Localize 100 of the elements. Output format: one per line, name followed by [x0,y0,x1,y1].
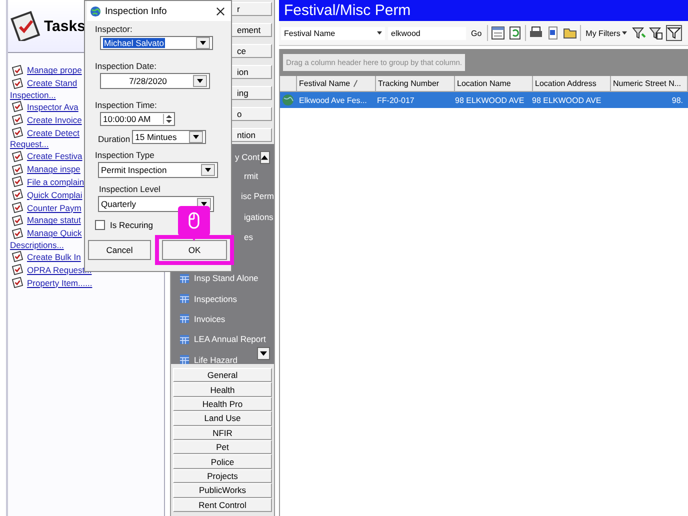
task-link[interactable]: Create Stand [27,78,78,88]
task-link[interactable]: Manage Quick [27,228,82,238]
caret-down-icon [260,351,267,356]
checklist-icon [12,202,23,214]
checklist-icon [12,114,23,126]
filters-dropdown[interactable]: My Filters [584,28,630,38]
checklist-icon [12,228,23,239]
nav-button[interactable]: Projects [173,468,272,484]
nav-button[interactable]: Pet [173,440,272,454]
field-label: Inspection Date: [95,61,158,71]
task-link[interactable]: OPRA Request... [27,264,92,275]
time-field[interactable]: 10:00:00 AM [100,112,175,126]
checklist-icon [12,189,23,200]
checklist-icon [12,150,23,162]
type-dropdown[interactable]: Permit Inspection [98,162,218,178]
list-item[interactable]: isc Perm [240,191,274,202]
task-link[interactable]: Create Festiva [27,151,82,162]
inspector-dropdown[interactable]: Michael Salvato [100,36,213,50]
field-label: Duration [98,134,130,144]
table-cell-text: Elkwood Ave Fes... [298,96,368,104]
nav-button[interactable]: PublicWorks [173,483,272,498]
folder-icon[interactable] [562,26,577,40]
checklist-icon [12,127,23,138]
task-link[interactable]: Create Detect [27,128,80,138]
task-link[interactable]: Counter Paym [27,202,82,213]
list-item[interactable]: Inspections [194,294,237,304]
caret-down-icon [622,31,628,35]
caret-up-icon [261,154,268,160]
list-item[interactable]: LEA Annual Report [194,334,266,344]
nav-button[interactable]: General [173,368,272,382]
scroll-down-button[interactable] [257,347,270,360]
checklist-icon [12,214,23,226]
table-cell-text: 98 ELKWOOD AVE [454,96,526,104]
field-label: Inspection Level [99,184,162,194]
level-dropdown[interactable]: Quarterly [98,196,214,212]
ok-button[interactable]: OK [162,240,227,260]
task-link[interactable]: Manage prope [27,65,82,76]
close-icon [216,6,225,16]
field-label: Inspection Type [95,150,156,160]
table-cell-text: FF-20-017 [376,96,416,104]
field-dropdown[interactable]: Festival Name [281,26,385,40]
field-label: Inspection Time: [95,100,158,110]
list-item[interactable]: Invoices [194,314,226,324]
nav-button[interactable]: Health [173,382,272,397]
globe-icon [90,6,101,16]
dialog-title: Inspection Info [105,6,168,16]
document-icon[interactable] [546,26,560,40]
checklist-icon [12,277,23,288]
date-picker[interactable]: 7/28/2020 [100,73,210,89]
nav-button[interactable]: Rent Control [173,498,272,512]
nav-button[interactable]: Land Use [173,411,272,426]
table-row[interactable]: Elkwood Ave Fes... FF-20-017 98 ELKWOOD AVE 98 ELKWOOD AVE 98. [280,92,688,108]
search-field[interactable]: elkwood [388,26,466,40]
duration-dropdown[interactable]: 15 Mintues [132,130,206,144]
scroll-up-button[interactable] [260,150,270,164]
checklist-icon [12,101,23,112]
nav-button[interactable]: Police [173,454,272,469]
list-item[interactable]: Insp Stand Alone [194,273,258,284]
task-link[interactable]: Manage statut [27,215,81,226]
cancel-button[interactable]: Cancel [88,240,151,260]
checklist-icon [12,164,23,175]
caret-down-icon [193,135,200,139]
checklist-icon [12,64,23,76]
print-icon[interactable] [528,26,543,40]
task-link[interactable]: Quick Complai [27,190,82,200]
checklist-icon [12,264,23,276]
calendar-icon[interactable] [490,26,505,40]
list-item[interactable]: Life Hazard [194,354,238,365]
globe-icon [282,94,294,106]
refresh-icon[interactable] [508,26,522,40]
filter-icon[interactable] [666,25,682,41]
table-cell-text: 98 ELKWOOD AVE [531,96,602,104]
task-link[interactable]: Property Item...... [27,278,92,288]
caret-down-icon [205,168,211,172]
column-header[interactable]: Numeric Street N... [611,76,688,91]
column-header[interactable]: Location Name [455,76,533,91]
list-item[interactable]: igations [244,212,274,222]
checklist-icon [12,176,23,188]
column-header[interactable]: Tracking Number [376,76,455,91]
task-link[interactable]: Create Bulk In [27,252,81,262]
module-title: Festival/Misc Perm [279,0,688,21]
task-link[interactable]: Create Invoice [27,114,82,125]
nav-button[interactable]: Health Pro [173,396,272,412]
task-link[interactable]: File a complain [27,176,84,187]
checkbox[interactable] [95,220,105,230]
task-link[interactable]: Manage inspe [27,164,80,174]
filter-icon[interactable] [632,26,646,40]
panel-title: Tasks [44,18,86,34]
field-label: Inspector: [95,24,134,34]
caret-down-icon [377,31,382,35]
checklist-icon [12,251,23,262]
list-item[interactable]: rmit [244,171,258,182]
list-item[interactable]: es [244,232,253,242]
checkbox-label: Is Recuring [110,220,153,230]
task-link[interactable]: Inspector Ava [27,102,78,112]
nav-button[interactable]: NFIR [173,426,272,440]
column-header[interactable]: Festival Name [297,76,376,91]
filter-icon[interactable] [649,26,664,40]
column-header[interactable]: Location Address [533,76,611,91]
go-button[interactable]: Go [469,28,484,38]
